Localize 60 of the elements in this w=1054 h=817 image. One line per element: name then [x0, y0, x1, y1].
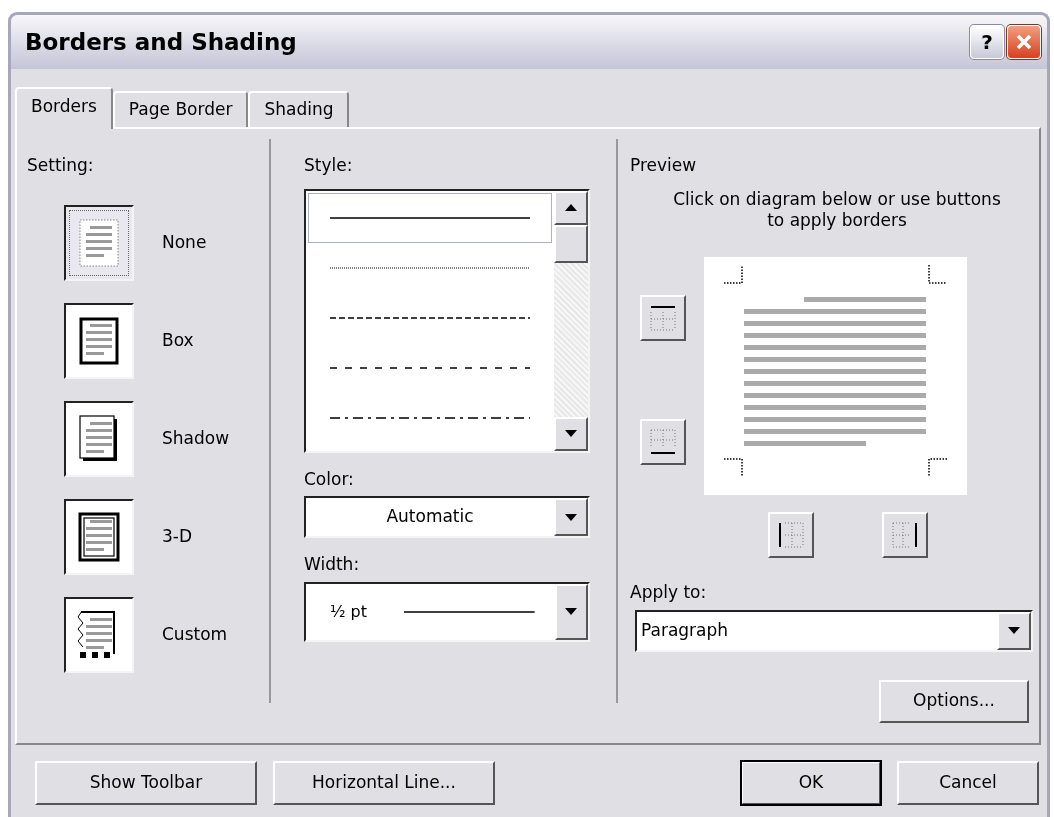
setting-option-label: Box [162, 328, 194, 352]
down-arrow-icon [565, 430, 577, 437]
line-sample-icon [330, 216, 530, 219]
apply-to-dropdown[interactable]: Paragraph [635, 609, 1033, 652]
scroll-down-button[interactable] [554, 416, 588, 451]
window-title: Borders and Shading [25, 27, 298, 57]
setting-option-label: Shadow [162, 426, 230, 450]
caret-icon [565, 513, 577, 521]
style-label: Style: [304, 155, 353, 176]
top-border-icon [649, 304, 677, 332]
apply-to-label: Apply to: [630, 582, 707, 603]
left-border-icon [777, 521, 805, 549]
setting-label: Setting: [27, 155, 94, 176]
dialog-button[interactable]: Horizontal Line... [273, 761, 495, 805]
dropdown-button[interactable] [554, 498, 588, 536]
dialog-button[interactable]: Cancel [897, 761, 1039, 805]
width-dropdown[interactable]: ½ pt [304, 581, 590, 642]
line-sample-icon [330, 366, 530, 369]
tab[interactable]: Borders [15, 87, 113, 129]
tab[interactable]: Page Border [112, 91, 249, 127]
preview-label: Preview [630, 155, 697, 176]
left-border-button[interactable] [768, 512, 814, 558]
line-sample-icon [330, 416, 530, 419]
caret-icon [1008, 627, 1020, 634]
color-label: Color: [304, 468, 354, 489]
line-sample-icon [330, 316, 530, 319]
scrollbar-thumb[interactable] [554, 224, 588, 263]
dropdown-button[interactable] [997, 611, 1031, 650]
border-setting-tile[interactable] [64, 400, 134, 477]
border-setting-tile[interactable] [64, 596, 134, 673]
line-sample-icon [330, 266, 530, 269]
tab[interactable]: Shading [248, 91, 350, 127]
line-style-list[interactable] [304, 188, 590, 453]
color-dropdown[interactable]: Automatic [304, 496, 590, 538]
setting-option-label: Custom [162, 622, 228, 646]
border-setting-tile[interactable] [64, 302, 134, 379]
line-style-option[interactable] [308, 192, 552, 243]
border-setting-tile[interactable] [64, 204, 134, 281]
bottom-border-icon [649, 428, 677, 456]
top-border-button[interactable] [640, 295, 686, 341]
line-sample-icon [404, 610, 535, 613]
dropdown-button[interactable] [554, 583, 588, 640]
preview-instructions: Click on diagram below or use buttons to apply borders [672, 188, 1002, 231]
dialog-button[interactable]: OK [741, 761, 881, 805]
caret-icon [565, 608, 578, 615]
up-arrow-icon [565, 204, 577, 211]
options-button[interactable]: Options... [879, 679, 1029, 723]
bottom-border-button[interactable] [640, 419, 686, 465]
close-icon [1014, 32, 1034, 52]
width-label: Width: [304, 554, 360, 575]
scroll-up-button[interactable] [554, 190, 588, 225]
close-button[interactable] [1007, 25, 1041, 59]
dialog-button[interactable]: Show Toolbar [35, 761, 257, 805]
help-button[interactable]: ? [970, 25, 1004, 59]
right-border-button[interactable] [882, 512, 928, 558]
border-setting-tile[interactable] [64, 498, 134, 575]
scrollbar[interactable] [554, 190, 588, 451]
right-border-icon [891, 521, 919, 549]
setting-option-label: 3-D [162, 524, 193, 548]
setting-option-label: None [162, 230, 207, 254]
